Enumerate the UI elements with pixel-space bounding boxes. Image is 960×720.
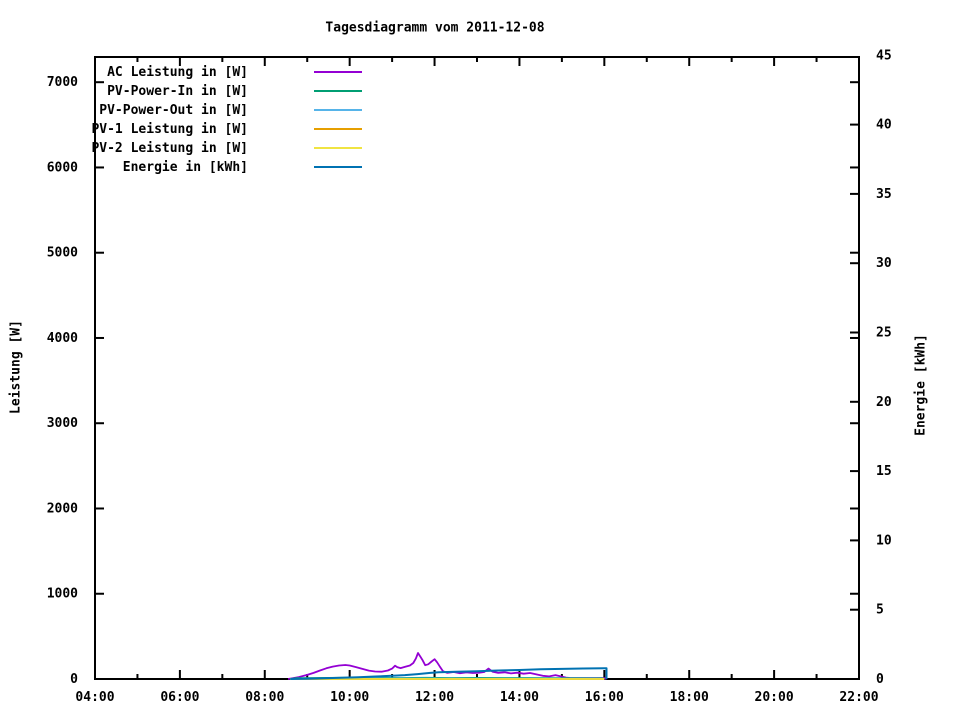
legend-label: AC Leistung in [W] — [107, 65, 248, 80]
y-left-tick-label: 6000 — [47, 160, 78, 175]
x-tick-label: 04:00 — [75, 690, 114, 705]
x-tick-label: 10:00 — [330, 690, 369, 705]
x-tick-label: 06:00 — [160, 690, 199, 705]
legend-label: PV-Power-Out in [W] — [99, 103, 248, 118]
chart-screenshot: Tagesdiagramm vom 2011-12-08 Leistung [W… — [0, 0, 960, 720]
y-right-tick-label: 20 — [876, 395, 892, 410]
legend-label: PV-Power-In in [W] — [107, 84, 248, 99]
x-tick-label: 08:00 — [245, 690, 284, 705]
y-left-tick-label: 3000 — [47, 416, 78, 431]
x-tick-label: 14:00 — [500, 690, 539, 705]
x-tick-label: 20:00 — [755, 690, 794, 705]
x-tick-label: 22:00 — [839, 690, 878, 705]
x-tick-label: 18:00 — [670, 690, 709, 705]
chart-canvas: 04:00 06:00 08:00 10:00 12:00 14:00 16:00 18:00… — [47, 48, 892, 705]
y-right-tick-label: 30 — [876, 256, 892, 271]
y-right-tick-label: 45 — [876, 48, 892, 63]
y-right-tick-label: 5 — [876, 603, 884, 618]
y-left-tick-label: 4000 — [47, 331, 78, 346]
y-right-tick-label: 15 — [876, 464, 892, 479]
y-left-axis-title: Leistung [W] — [8, 320, 24, 414]
y-left-tick-label: 1000 — [47, 587, 78, 602]
y-right-tick-label: 25 — [876, 326, 892, 341]
y-right-tick-label: 35 — [876, 187, 892, 202]
y-left-tick-label: 0 — [70, 672, 78, 687]
y-left-tick-label: 7000 — [47, 75, 78, 90]
y-left-tick-label: 2000 — [47, 501, 78, 516]
legend-label: Energie in [kWh] — [123, 160, 248, 175]
y-right-tick-label: 10 — [876, 533, 892, 548]
legend-label: PV-2 Leistung in [W] — [91, 141, 248, 156]
x-tick-label: 12:00 — [415, 690, 454, 705]
y-right-axis-title: Energie [kWh] — [913, 334, 929, 436]
y-right-tick-label: 40 — [876, 118, 892, 133]
y-right-tick-label: 0 — [876, 672, 884, 687]
x-tick-label: 16:00 — [585, 690, 624, 705]
y-left-tick-label: 5000 — [47, 246, 78, 261]
legend-label: PV-1 Leistung in [W] — [91, 122, 248, 137]
series-line-ac-leistung-in-w — [287, 652, 607, 680]
chart-title: Tagesdiagramm vom 2011-12-08 — [325, 20, 545, 36]
